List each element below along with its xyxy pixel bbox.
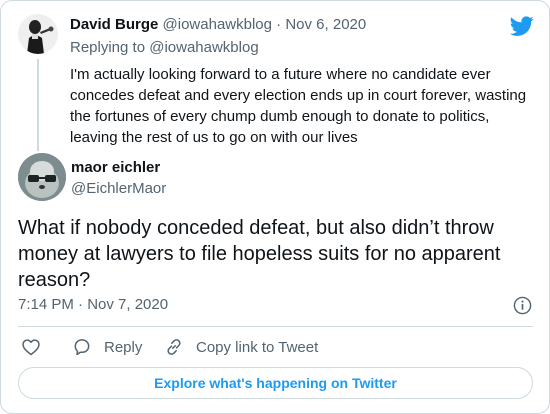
like-button[interactable] — [21, 336, 41, 358]
tweet-embed-card: David Burge @iowahawkblog · Nov 6, 2020 … — [0, 0, 550, 414]
parent-avatar-image — [18, 14, 58, 54]
main-tweet-text: What if nobody conceded defeat, but also… — [18, 217, 501, 291]
divider — [18, 326, 533, 327]
parent-author-name[interactable]: David Burge — [70, 16, 158, 33]
info-icon[interactable] — [513, 296, 532, 315]
main-avatar[interactable] — [18, 153, 66, 201]
copy-link-button[interactable]: Copy link to Tweet — [164, 336, 318, 358]
heart-icon — [22, 339, 40, 356]
parent-tweet-header: David Burge @iowahawkblog · Nov 6, 2020 — [70, 16, 366, 33]
explore-twitter-button[interactable]: Explore what's happening on Twitter — [18, 367, 533, 399]
thread-connector-line — [37, 59, 39, 151]
main-avatar-image — [18, 153, 66, 201]
copy-link-label: Copy link to Tweet — [196, 338, 319, 356]
link-icon — [167, 339, 181, 355]
parent-tweet-text: I'm actually looking forward to a future… — [70, 66, 527, 146]
main-author-name[interactable]: maor eichler — [71, 159, 160, 176]
reply-bubble-icon — [74, 339, 90, 356]
replying-to-label: Replying to @iowahawkblog — [70, 39, 259, 56]
header-separator: · — [276, 16, 282, 33]
twitter-bird-icon[interactable] — [510, 14, 534, 38]
main-author-handle[interactable]: @EichlerMaor — [71, 180, 166, 197]
reply-button[interactable]: Reply — [72, 336, 142, 358]
reply-label: Reply — [104, 338, 143, 356]
tweet-timestamp[interactable]: 7:14 PM · Nov 7, 2020 — [18, 296, 168, 313]
parent-avatar[interactable] — [18, 14, 58, 54]
parent-author-handle[interactable]: @iowahawkblog — [163, 16, 272, 33]
parent-tweet-date[interactable]: Nov 6, 2020 — [285, 16, 366, 33]
